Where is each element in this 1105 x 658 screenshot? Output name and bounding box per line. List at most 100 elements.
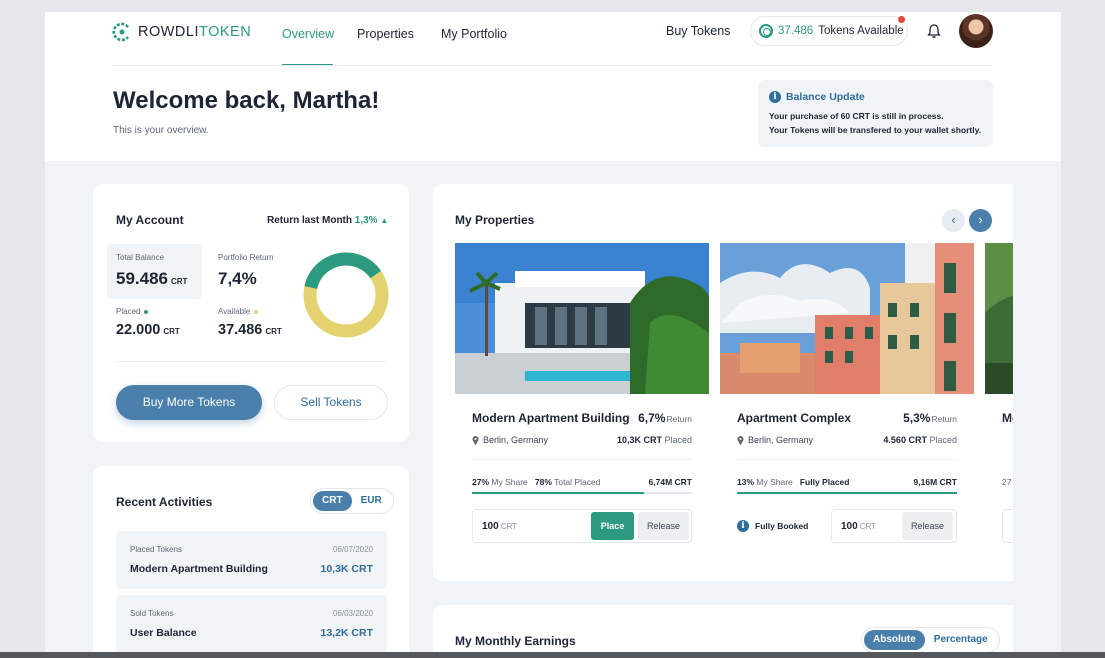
total-balance-label: Total Balance bbox=[116, 253, 165, 262]
property-name: Apartment Complex bbox=[737, 411, 852, 425]
fully-booked-status: i Fully Booked bbox=[737, 520, 808, 532]
notification-dot bbox=[898, 16, 905, 23]
placed-progress-bar bbox=[472, 492, 692, 494]
bottom-bar bbox=[0, 652, 1105, 658]
property-share: 27% My Share 78% Total Placed bbox=[472, 477, 601, 487]
tokens-available-label: Tokens Available bbox=[818, 25, 904, 37]
balance-donut-chart bbox=[303, 252, 389, 338]
bell-icon[interactable] bbox=[927, 23, 941, 39]
carousel-next-button[interactable]: › bbox=[969, 209, 992, 232]
property-placed: 10,3K CRT Placed bbox=[616, 435, 692, 445]
header-divider bbox=[112, 65, 992, 66]
property-name: Mo bbox=[1002, 411, 1013, 425]
info-icon: i bbox=[769, 91, 781, 103]
placed-progress-fill bbox=[737, 492, 957, 494]
monthly-earnings-card: My Monthly Earnings Absolute Percentage bbox=[433, 605, 1013, 652]
property-image bbox=[985, 243, 1013, 394]
portfolio-return-label: Portfolio Return bbox=[218, 253, 274, 262]
coin-icon bbox=[759, 24, 773, 38]
toggle-eur[interactable]: EUR bbox=[352, 491, 391, 511]
balance-update-title: Balance Update bbox=[786, 91, 865, 103]
property-divider bbox=[737, 459, 957, 460]
order-amount: 100 CRT bbox=[841, 521, 876, 532]
property-return: 5,3%Return bbox=[903, 411, 957, 425]
property-image bbox=[720, 243, 974, 394]
order-amount: 100 CRT bbox=[482, 521, 517, 532]
return-last-month: Return last Month 1,3% ▲ bbox=[267, 215, 389, 226]
logo[interactable]: ROWDLITOKEN bbox=[112, 22, 251, 42]
activity-date: 06/07/2020 bbox=[332, 545, 373, 554]
nav-overview[interactable]: Overview bbox=[282, 27, 334, 41]
recent-activities-card: Recent Activities CRT EUR Placed Tokens … bbox=[93, 466, 409, 652]
properties-title: My Properties bbox=[455, 213, 535, 227]
nav-my-portfolio[interactable]: My Portfolio bbox=[441, 27, 507, 41]
activity-amount: 10,3K CRT bbox=[320, 563, 373, 575]
sell-tokens-button[interactable]: Sell Tokens bbox=[274, 385, 388, 420]
property-location: Berlin, Germany bbox=[737, 435, 813, 445]
toggle-absolute[interactable]: Absolute bbox=[864, 630, 925, 650]
recent-activities-title: Recent Activities bbox=[116, 495, 213, 509]
avatar[interactable] bbox=[959, 14, 993, 48]
activity-item[interactable]: Sold Tokens 06/03/2020 User Balance 13,2… bbox=[116, 595, 387, 652]
tokens-available-value: 37.486 bbox=[778, 25, 814, 37]
tokens-available-pill[interactable]: 37.486 Tokens Available bbox=[750, 16, 908, 46]
activity-amount: 13,2K CRT bbox=[320, 627, 373, 639]
property-card[interactable]: Mo 27 bbox=[985, 243, 1013, 559]
placed-progress-fill bbox=[472, 492, 644, 494]
balance-update-line2: Your Tokens will be transfered to your w… bbox=[769, 125, 982, 135]
activity-type: Sold Tokens bbox=[130, 609, 174, 618]
placed-progress-bar bbox=[737, 492, 957, 494]
monthly-earnings-title: My Monthly Earnings bbox=[455, 634, 576, 648]
location-pin-icon bbox=[737, 435, 744, 445]
property-total: 9,16M CRT bbox=[913, 477, 957, 487]
nav-properties[interactable]: Properties bbox=[357, 27, 414, 41]
activity-type: Placed Tokens bbox=[130, 545, 182, 554]
order-input[interactable]: 100 CRT Release bbox=[831, 509, 957, 543]
activity-name: Modern Apartment Building bbox=[130, 563, 268, 575]
placed-value: 22.000 CRT bbox=[116, 322, 180, 338]
logo-text: ROWDLITOKEN bbox=[138, 24, 252, 40]
carousel-prev-button[interactable]: ‹ bbox=[942, 209, 965, 232]
property-location: Berlin, Germany bbox=[472, 435, 548, 445]
earnings-toggle[interactable]: Absolute Percentage bbox=[861, 627, 1000, 652]
release-button[interactable]: Release bbox=[902, 512, 953, 540]
total-balance-value: 59.486 CRT bbox=[116, 269, 188, 288]
property-total: 6,74M CRT bbox=[648, 477, 692, 487]
balance-update-line1: Your purchase of 60 CRT is still in proc… bbox=[769, 111, 944, 121]
order-input[interactable]: 100 CRT Place Release bbox=[472, 509, 692, 543]
app-frame: ROWDLITOKEN Overview Properties My Portf… bbox=[45, 12, 1061, 652]
property-share: 13% My Share Fully Placed bbox=[737, 477, 850, 487]
currency-toggle[interactable]: CRT EUR bbox=[310, 488, 394, 514]
page-subtitle: This is your overview. bbox=[113, 125, 209, 136]
available-value: 37.486 CRT bbox=[218, 322, 282, 338]
buy-tokens-link[interactable]: Buy Tokens bbox=[666, 24, 730, 38]
property-card[interactable]: Modern Apartment Building 6,7%Return Ber… bbox=[455, 243, 709, 559]
property-card[interactable]: Apartment Complex 5,3%Return Berlin, Ger… bbox=[720, 243, 974, 559]
account-title: My Account bbox=[116, 213, 184, 227]
property-return: 6,7%Return bbox=[638, 411, 692, 425]
toggle-crt[interactable]: CRT bbox=[313, 491, 352, 511]
activity-item[interactable]: Placed Tokens 06/07/2020 Modern Apartmen… bbox=[116, 531, 387, 589]
placed-label: Placed bbox=[116, 307, 149, 316]
release-button[interactable]: Release bbox=[638, 512, 689, 540]
info-icon: i bbox=[737, 520, 749, 532]
property-image bbox=[455, 243, 709, 394]
place-button[interactable]: Place bbox=[591, 512, 634, 540]
logo-icon bbox=[112, 22, 130, 42]
property-divider bbox=[472, 459, 692, 460]
available-label: Available bbox=[218, 307, 259, 316]
toggle-percentage[interactable]: Percentage bbox=[925, 630, 997, 650]
account-divider bbox=[116, 361, 386, 362]
portfolio-return-value: 7,4% bbox=[218, 269, 257, 288]
order-input[interactable] bbox=[1002, 509, 1013, 543]
buy-more-tokens-button[interactable]: Buy More Tokens bbox=[116, 385, 262, 420]
properties-card: My Properties ‹ › Modern Apartment Build… bbox=[433, 184, 1013, 581]
balance-update-notice: i Balance Update Your purchase of 60 CRT … bbox=[758, 80, 993, 147]
activity-date: 06/03/2020 bbox=[332, 609, 373, 618]
property-name: Modern Apartment Building bbox=[472, 411, 630, 425]
property-placed: 4.560 CRT Placed bbox=[883, 435, 957, 445]
location-pin-icon bbox=[472, 435, 479, 445]
account-card: My Account Return last Month 1,3% ▲ Tota… bbox=[93, 184, 409, 442]
activity-name: User Balance bbox=[130, 627, 197, 639]
property-share: 27 bbox=[1002, 477, 1012, 487]
